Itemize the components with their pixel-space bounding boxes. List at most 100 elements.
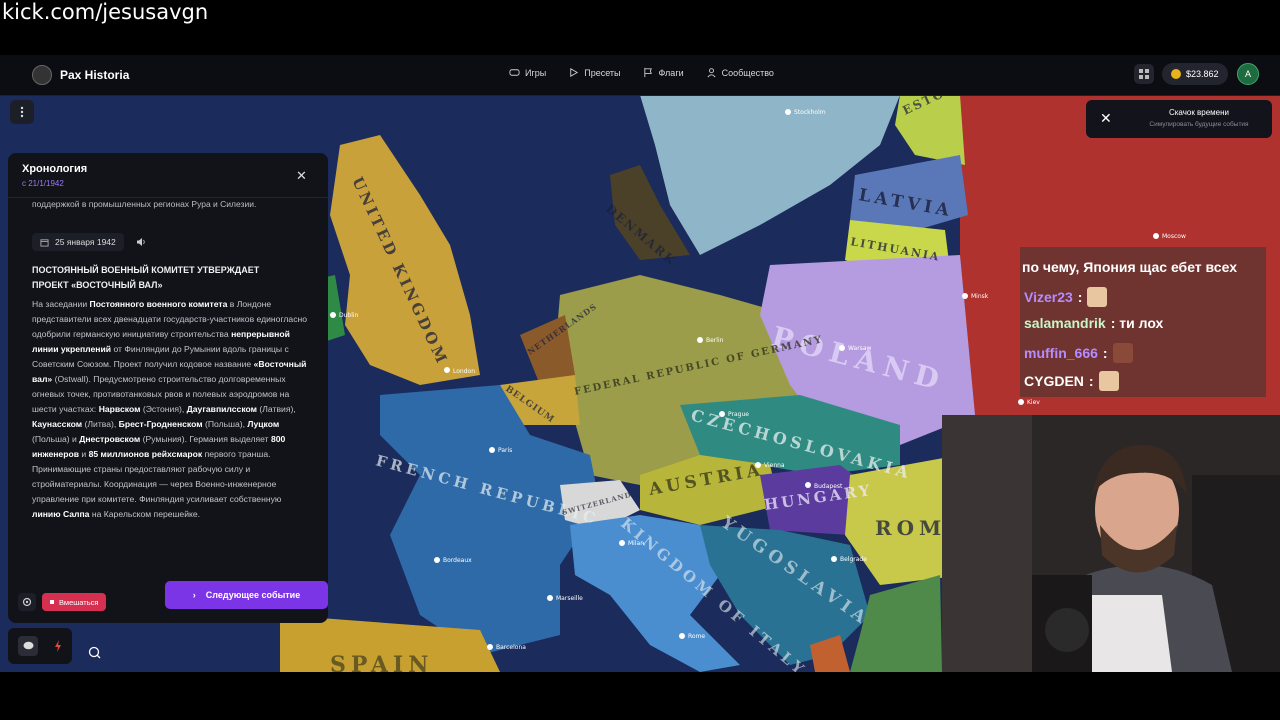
body-text: На заседании — [32, 299, 90, 309]
gear-icon — [22, 597, 32, 607]
chat-username: salamandrik — [1024, 315, 1106, 331]
close-icon[interactable]: ✕ — [1100, 110, 1112, 127]
city-marker[interactable] — [547, 595, 553, 601]
chat-message: salamandrik : ти лох — [1024, 315, 1163, 331]
time-skip-toast[interactable]: ✕ Скачок времени Симулировать будущие со… — [1086, 100, 1272, 138]
city-label-warsaw: Warsaw — [848, 345, 871, 352]
settings-button[interactable] — [18, 593, 36, 611]
chat-text: : — [1088, 373, 1094, 389]
globe-logo-icon — [32, 65, 52, 85]
nav-flags[interactable]: Флаги — [643, 67, 684, 78]
city-marker[interactable] — [434, 557, 440, 563]
city-marker[interactable] — [755, 462, 761, 468]
body-text: (Эстония), — [140, 404, 187, 414]
chat-message: muffin_666 : — [1024, 343, 1133, 363]
grid-button[interactable] — [1134, 64, 1154, 84]
chat-username: CYGDEN — [1024, 373, 1084, 389]
letterbox-bottom — [0, 672, 1280, 720]
interfere-label: Вмешаться — [59, 597, 99, 607]
top-bar: Pax Historia Игры Пресеты Флаги Сообщест… — [0, 55, 1280, 96]
stop-icon — [50, 600, 54, 604]
city-label-rome: Rome — [688, 633, 705, 640]
body-text: (Польша), — [202, 419, 248, 429]
brand[interactable]: Pax Historia — [32, 65, 129, 85]
body-text: (Польша) и — [32, 434, 80, 444]
coin-icon — [1171, 69, 1181, 79]
brand-name: Pax Historia — [60, 68, 130, 82]
calendar-icon — [40, 238, 49, 247]
city-marker[interactable] — [489, 447, 495, 453]
bottom-toolbar — [8, 628, 72, 664]
city-label-london: London — [453, 368, 475, 375]
body-bold: линию Салпа — [32, 509, 90, 519]
play-icon — [570, 68, 579, 77]
next-event-label: Следующее событие — [205, 590, 301, 600]
chat-username: muffin_666 — [1024, 345, 1098, 361]
city-label-barcelona: Barcelona — [496, 644, 526, 651]
balance-badge[interactable]: $23.862 — [1162, 63, 1228, 85]
city-label-minsk: Minsk — [971, 293, 989, 300]
interfere-button[interactable]: Вмешаться — [42, 593, 107, 611]
city-marker[interactable] — [444, 367, 450, 373]
city-marker[interactable] — [619, 540, 625, 546]
chat-button[interactable] — [18, 636, 38, 656]
nav-flags-label: Флаги — [658, 67, 684, 78]
body-text: (Румыния). Германия выделяет — [140, 434, 271, 444]
event-title: ПОСТОЯННЫЙ ВОЕННЫЙ КОМИТЕТ УТВЕРЖДАЕТ ПР… — [32, 265, 260, 290]
emote-icon — [1098, 371, 1119, 391]
stream-url: kick.com/jesusavgn — [2, 0, 209, 24]
city-marker[interactable] — [697, 337, 703, 343]
close-icon[interactable]: ✕ — [296, 168, 307, 184]
city-marker[interactable] — [330, 312, 336, 318]
nav-games[interactable]: Игры — [509, 67, 546, 78]
balance-value: $23.862 — [1186, 69, 1219, 79]
body-bold: 85 миллионов рейхсмарок — [88, 449, 203, 459]
city-marker[interactable] — [805, 482, 811, 488]
city-marker[interactable] — [719, 411, 725, 417]
city-marker[interactable] — [1018, 399, 1024, 405]
nav-community[interactable]: Сообщество — [706, 67, 774, 78]
body-bold: Даугавпилсском — [186, 404, 258, 414]
chat-bubble-icon — [23, 641, 33, 650]
search-button[interactable] — [84, 642, 106, 664]
city-label-paris: Paris — [498, 447, 512, 454]
body-bold: Нарвском — [98, 404, 141, 414]
timeline-panel: Хронология с 21/1/1942 ✕ поддержкой в пр… — [8, 153, 328, 623]
city-marker[interactable] — [831, 556, 837, 562]
city-marker[interactable] — [1153, 233, 1159, 239]
grid-icon — [1139, 69, 1149, 79]
city-marker[interactable] — [962, 293, 968, 299]
toast-title: Скачок времени — [1168, 108, 1230, 117]
chat-username: Vizer23 — [1024, 289, 1073, 305]
city-marker[interactable] — [679, 633, 685, 639]
city-label-bordeaux: Bordeaux — [443, 557, 472, 564]
city-label-berlin: Berlin — [706, 337, 724, 344]
avatar[interactable]: A — [1237, 63, 1259, 85]
chevron-right-icon: › — [192, 590, 196, 600]
city-marker[interactable] — [785, 109, 791, 115]
emote-icon — [1087, 287, 1108, 307]
speaker-icon[interactable] — [136, 237, 146, 247]
event-date: 25 января 1942 — [55, 237, 116, 247]
city-label-moscow: Moscow — [1162, 233, 1186, 240]
event-date-chip: 25 января 1942 — [32, 233, 124, 251]
next-event-button[interactable]: › Следующее событие — [165, 581, 328, 609]
city-marker[interactable] — [839, 345, 845, 351]
chat-text: : — [1102, 345, 1108, 361]
flag-icon — [643, 67, 652, 78]
city-label-milan: Milan — [628, 540, 644, 547]
main-nav: Игры Пресеты Флаги Сообщество — [509, 67, 774, 78]
city-marker[interactable] — [487, 644, 493, 650]
streamer-image — [942, 415, 1280, 672]
menu-button[interactable] — [10, 100, 34, 124]
city-label-kiev: Kiev — [1027, 399, 1040, 406]
nav-presets[interactable]: Пресеты — [568, 67, 621, 78]
power-button[interactable] — [48, 636, 68, 656]
more-vertical-icon — [20, 106, 24, 118]
toast-subtitle: Симулировать будущие события — [1149, 121, 1249, 128]
chat-message: CYGDEN : — [1024, 371, 1119, 391]
nav-presets-label: Пресеты — [584, 67, 621, 78]
chat-text: : ти лох — [1110, 315, 1164, 331]
emote-icon — [1112, 343, 1133, 363]
nav-games-label: Игры — [525, 67, 547, 78]
